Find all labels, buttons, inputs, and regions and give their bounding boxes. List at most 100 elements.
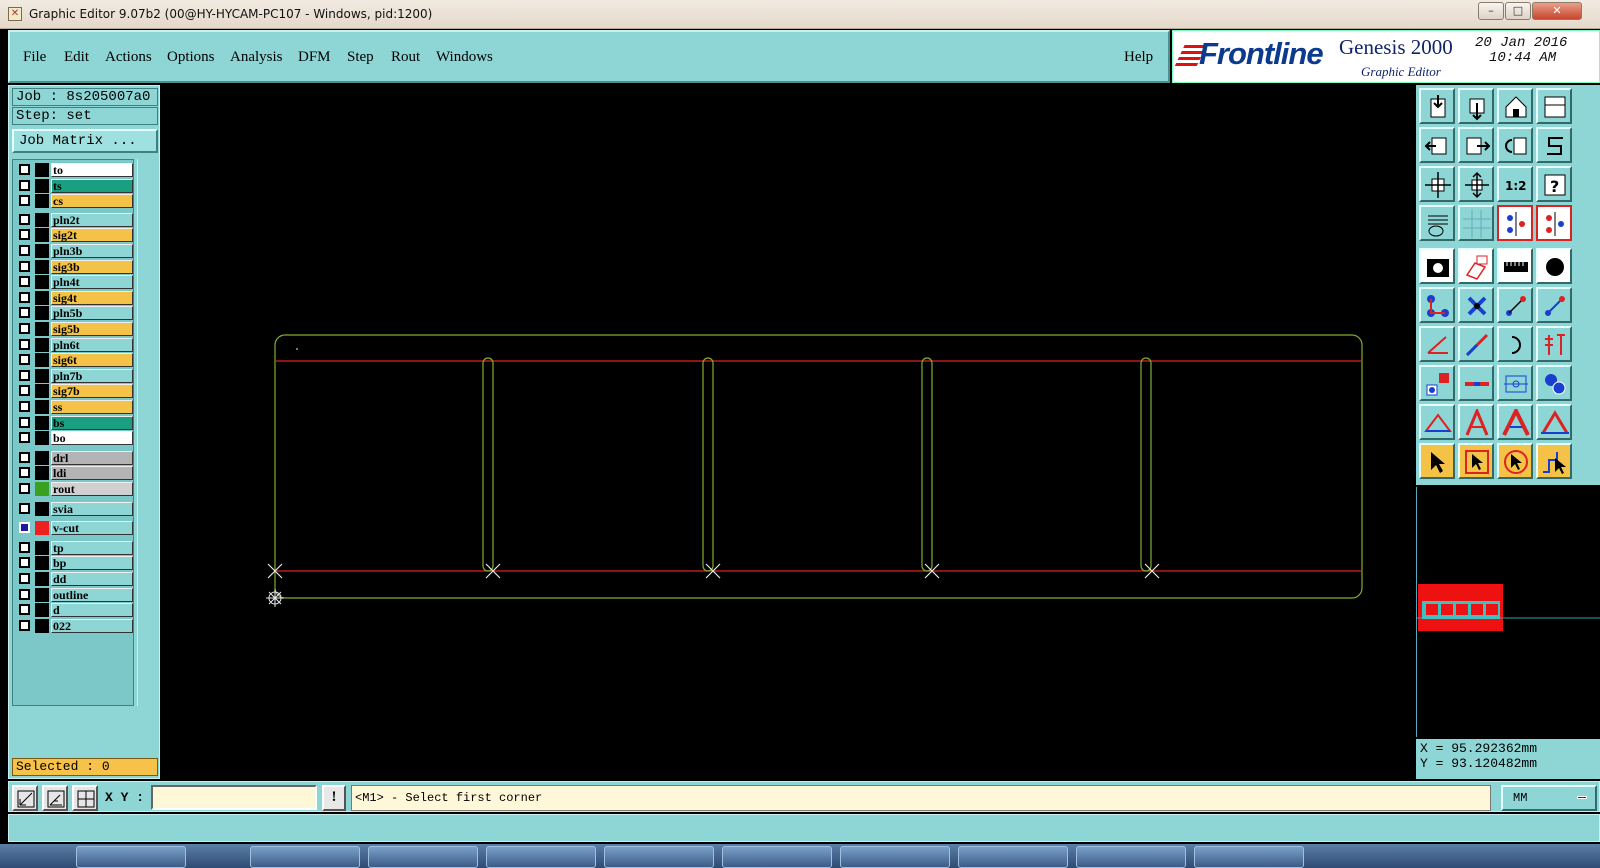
- layer-checkbox[interactable]: [19, 557, 30, 569]
- layer-row[interactable]: pln5b: [15, 306, 133, 321]
- layer-row[interactable]: ldi: [15, 466, 133, 481]
- tool-open-icon[interactable]: [1458, 88, 1494, 124]
- tool-pan-left-icon[interactable]: [1419, 127, 1455, 163]
- tool-layer-compare-icon[interactable]: [1497, 205, 1533, 241]
- tool-move-icon[interactable]: [1497, 287, 1533, 323]
- minimize-button[interactable]: –: [1478, 2, 1504, 20]
- tool-pads-icon[interactable]: [1536, 365, 1572, 401]
- tool-line-icon[interactable]: [1419, 326, 1455, 362]
- menu-help[interactable]: Help: [1124, 49, 1153, 66]
- layer-name[interactable]: sig7b: [51, 384, 133, 399]
- snap-grid-button[interactable]: [72, 785, 98, 811]
- tool-grid-icon[interactable]: [1458, 205, 1494, 241]
- tool-save-icon[interactable]: [1419, 88, 1455, 124]
- menu-analysis[interactable]: Analysis: [230, 49, 283, 66]
- tool-select-3-icon[interactable]: [1497, 443, 1533, 479]
- layer-checkbox[interactable]: [19, 369, 30, 381]
- layer-row[interactable]: pln6t: [15, 337, 133, 352]
- layer-checkbox[interactable]: [19, 416, 30, 428]
- menu-windows[interactable]: Windows: [436, 49, 493, 66]
- menu-edit[interactable]: Edit: [64, 49, 89, 66]
- tool-scale-1-2-icon[interactable]: 1:2: [1497, 166, 1533, 202]
- layer-name[interactable]: pln7b: [51, 368, 133, 383]
- taskbar-item[interactable]: [368, 846, 478, 868]
- tool-help-icon[interactable]: ?: [1536, 166, 1572, 202]
- tool-line-2-icon[interactable]: [1458, 326, 1494, 362]
- layer-row[interactable]: bp: [15, 556, 133, 571]
- layer-checkbox[interactable]: [19, 432, 30, 444]
- menu-step[interactable]: Step: [347, 49, 374, 66]
- layer-row[interactable]: sig5b: [15, 322, 133, 336]
- tool-triangle-3-icon[interactable]: [1497, 404, 1533, 440]
- layer-checkbox[interactable]: [19, 619, 30, 631]
- layer-name[interactable]: pln6t: [51, 337, 133, 352]
- layer-name[interactable]: sig3b: [51, 259, 133, 274]
- layer-name[interactable]: sig4t: [51, 290, 133, 305]
- taskbar-item[interactable]: [840, 846, 950, 868]
- layer-name[interactable]: 022: [51, 618, 133, 633]
- tool-layer-compare-2-icon[interactable]: [1536, 205, 1572, 241]
- layer-row[interactable]: d: [15, 603, 133, 618]
- layer-row[interactable]: to: [15, 163, 133, 177]
- layer-name[interactable]: outline: [51, 587, 133, 602]
- units-selector[interactable]: MM: [1501, 785, 1597, 811]
- tool-parallel-icon[interactable]: [1536, 326, 1572, 362]
- layer-checkbox[interactable]: [19, 483, 30, 494]
- layer-name[interactable]: v-cut: [51, 521, 133, 536]
- tool-select-icon[interactable]: [1419, 443, 1455, 479]
- snap-off-button[interactable]: [12, 785, 38, 811]
- layer-checkbox[interactable]: [19, 541, 30, 553]
- layer-name[interactable]: ldi: [51, 466, 133, 481]
- menu-dfm[interactable]: DFM: [298, 49, 331, 66]
- layer-name[interactable]: sig5b: [51, 322, 133, 336]
- layer-checkbox[interactable]: [19, 307, 30, 319]
- taskbar-item[interactable]: [1194, 846, 1304, 868]
- tool-pad-move-icon[interactable]: [1419, 365, 1455, 401]
- layer-checkbox[interactable]: [19, 385, 30, 397]
- taskbar-item[interactable]: [722, 846, 832, 868]
- tool-zoom-fit-icon[interactable]: [1419, 166, 1455, 202]
- layer-row[interactable]: bs: [15, 415, 133, 430]
- layer-name[interactable]: pln4t: [51, 275, 133, 290]
- tool-measure-icon[interactable]: [1497, 365, 1533, 401]
- layer-checkbox[interactable]: [19, 467, 30, 479]
- layer-checkbox[interactable]: [19, 338, 30, 350]
- menu-options[interactable]: Options: [167, 49, 215, 66]
- layer-checkbox[interactable]: [19, 522, 30, 534]
- layer-row[interactable]: pln7b: [15, 368, 133, 383]
- layer-row[interactable]: sig3b: [15, 259, 133, 274]
- taskbar-item[interactable]: [1076, 846, 1186, 868]
- tool-triangle-4-icon[interactable]: [1536, 404, 1572, 440]
- layer-row[interactable]: bo: [15, 431, 133, 446]
- maximize-button[interactable]: □: [1505, 2, 1531, 20]
- layer-row[interactable]: svia: [15, 501, 133, 516]
- layer-row[interactable]: outline: [15, 587, 133, 602]
- tool-delete-icon[interactable]: [1458, 287, 1494, 323]
- layer-checkbox[interactable]: [19, 354, 30, 366]
- layer-name[interactable]: sig2t: [51, 228, 133, 243]
- layer-row[interactable]: sig4t: [15, 290, 133, 305]
- layer-name[interactable]: bp: [51, 556, 133, 571]
- layer-list-scrollbar[interactable]: [137, 159, 157, 706]
- layer-row[interactable]: pln2t: [15, 212, 133, 227]
- layer-row[interactable]: cs: [15, 194, 133, 209]
- taskbar-item[interactable]: [604, 846, 714, 868]
- graphic-canvas[interactable]: [162, 85, 1414, 779]
- layer-row[interactable]: rout: [15, 482, 133, 496]
- layer-name[interactable]: sig6t: [51, 353, 133, 368]
- layer-name[interactable]: d: [51, 603, 133, 618]
- tool-triangle-icon[interactable]: [1419, 404, 1455, 440]
- layer-row[interactable]: pln3b: [15, 244, 133, 258]
- layer-checkbox[interactable]: [19, 502, 30, 514]
- layer-checkbox[interactable]: [19, 164, 30, 175]
- tool-snap-icon[interactable]: [1536, 127, 1572, 163]
- layer-row[interactable]: drl: [15, 450, 133, 465]
- tool-shape-icon[interactable]: [1458, 248, 1494, 284]
- snap-angle-button[interactable]: [42, 785, 68, 811]
- layer-checkbox[interactable]: [19, 291, 30, 303]
- tool-window-icon[interactable]: [1536, 88, 1572, 124]
- layer-name[interactable]: pln3b: [51, 244, 133, 258]
- layer-name[interactable]: bo: [51, 431, 133, 446]
- layer-checkbox[interactable]: [19, 573, 30, 584]
- layer-row[interactable]: 022: [15, 618, 133, 633]
